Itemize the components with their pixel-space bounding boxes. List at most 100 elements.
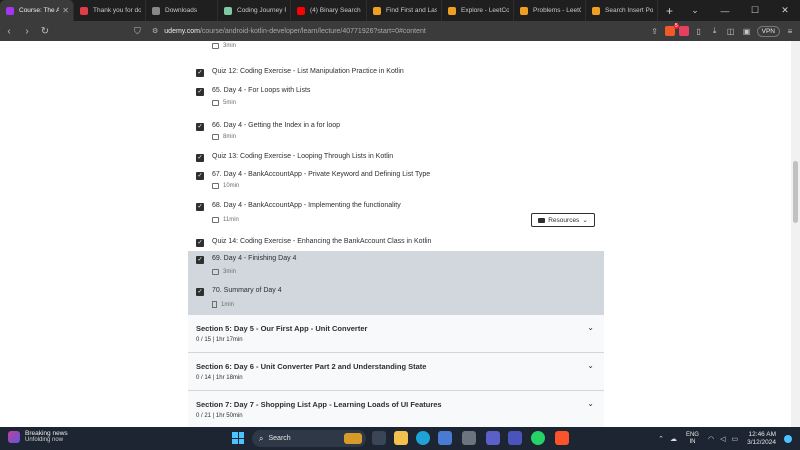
tab-label: Find First and Las — [386, 7, 437, 14]
screenshot-icon[interactable]: ◫ — [725, 27, 737, 36]
close-tab-icon[interactable]: ✕ — [62, 6, 69, 15]
browser-tab[interactable]: Explore - LeetCod — [442, 0, 514, 21]
lecture-title: Quiz 13: Coding Exercise - Looping Throu… — [212, 153, 394, 160]
browser-tab[interactable]: Course: The A ✕ — [0, 0, 74, 21]
taskbar-search[interactable]: ⌕ Search — [252, 430, 366, 447]
task-view-icon[interactable] — [372, 431, 386, 445]
chevron-down-icon[interactable]: ⌄ — [587, 399, 594, 408]
video-icon — [212, 269, 219, 275]
lecture-row[interactable]: ✓ 68. Day 4 - BankAccountApp - Implementi… — [188, 195, 604, 237]
back-icon[interactable]: ‹ — [0, 26, 18, 37]
sidebar-icon[interactable]: ▯ — [693, 27, 705, 36]
lecture-row[interactable]: ✓ 65. Day 4 - For Loops with Lists 5min — [188, 77, 604, 113]
minimize-icon[interactable]: — — [710, 6, 740, 16]
window-controls: ⌄ — ☐ ✕ — [680, 0, 800, 21]
lecture-row[interactable]: ✓ Quiz 12: Coding Exercise - List Manipul… — [188, 57, 604, 77]
completed-checkbox[interactable]: ✓ — [196, 203, 204, 211]
forward-icon[interactable]: › — [18, 26, 36, 37]
video-icon — [212, 100, 219, 106]
bookmark-icon[interactable]: ⛉ — [134, 26, 148, 37]
scrollbar-thumb[interactable] — [793, 161, 798, 223]
completed-checkbox[interactable]: ✓ — [196, 123, 204, 131]
close-window-icon[interactable]: ✕ — [770, 5, 800, 16]
lecture-duration: 5min — [212, 100, 236, 106]
dropdown-icon[interactable]: ⌄ — [680, 5, 710, 16]
file-explorer-icon[interactable] — [394, 431, 408, 445]
completed-checkbox[interactable]: ✓ — [196, 88, 204, 96]
browser-tab[interactable]: Thank you for dow — [74, 0, 146, 21]
lecture-title: Quiz 12: Coding Exercise - List Manipula… — [212, 68, 404, 75]
cloud-icon[interactable]: ☁ — [670, 435, 677, 443]
browser-toolbar: ‹ › ↻ ⛉ ⚙ udemy.com /course/android-kotl… — [0, 21, 800, 41]
lecture-duration: 3min — [212, 269, 236, 275]
lecture-title: 68. Day 4 - BankAccountApp - Implementin… — [212, 202, 401, 209]
lecture-row[interactable]: ✓ 70. Summary of Day 4 1min — [188, 283, 604, 314]
news-icon — [8, 430, 20, 443]
browser-tab[interactable]: Search Insert Posi — [586, 0, 658, 21]
notification-icon[interactable] — [784, 434, 792, 443]
section-title: Section 5: Day 5 - Our First App - Unit … — [196, 324, 368, 333]
reload-icon[interactable]: ↻ — [36, 26, 54, 37]
volume-icon[interactable]: ◁ — [720, 435, 725, 443]
url-host: udemy.com — [164, 27, 200, 35]
brave-shields-icon[interactable]: 5 — [664, 23, 679, 36]
settings-app-icon[interactable] — [462, 431, 476, 445]
shields-count-badge: 5 — [673, 23, 679, 29]
whatsapp-icon[interactable] — [531, 431, 545, 445]
udemy-icon — [6, 6, 14, 15]
tab-label: Thank you for dow — [93, 7, 141, 14]
site-settings-icon[interactable]: ⚙ — [152, 27, 158, 35]
vscode-icon[interactable] — [486, 431, 500, 445]
duration-text: 10min — [223, 183, 240, 189]
lecture-row[interactable]: ✓ 69. Day 4 - Finishing Day 4 3min — [188, 251, 604, 283]
share-icon[interactable]: ⇪ — [649, 27, 661, 36]
wifi-icon[interactable]: ◠ — [708, 435, 714, 443]
news-widget[interactable]: Breaking news Unfolding now — [8, 430, 68, 443]
completed-checkbox[interactable]: ✓ — [196, 154, 204, 162]
maximize-icon[interactable]: ☐ — [740, 5, 770, 16]
chevron-down-icon[interactable]: ⌄ — [587, 323, 594, 332]
page-scrollbar[interactable] — [791, 41, 800, 427]
downloads-icon[interactable]: ⤓ — [709, 26, 721, 36]
duration-text: 11min — [223, 217, 239, 223]
teams-icon[interactable] — [508, 431, 522, 445]
brave-taskbar-icon[interactable] — [555, 431, 569, 445]
vpn-button[interactable]: VPN — [756, 25, 780, 37]
lecture-row[interactable]: ✓ 67. Day 4 - BankAccountApp - Private Ke… — [188, 163, 604, 195]
chevron-down-icon[interactable]: ⌄ — [587, 361, 594, 370]
menu-icon[interactable]: ≡ — [784, 27, 796, 36]
new-tab-button[interactable]: + — [658, 4, 681, 18]
browser-tab[interactable]: Problems - LeetC — [514, 0, 586, 21]
brave-rewards-icon[interactable] — [678, 26, 689, 36]
clock[interactable]: 12:46 AM 3/12/2024 — [747, 431, 776, 447]
duration-text: 8min — [223, 134, 237, 140]
battery-icon[interactable]: ▭ — [731, 435, 738, 443]
store-icon[interactable] — [438, 431, 452, 445]
lecture-title: 66. Day 4 - Getting the Index in a for l… — [212, 122, 341, 129]
browser-tab[interactable]: Coding Journey F — [218, 0, 291, 21]
chevron-up-icon[interactable]: ⌃ — [658, 435, 664, 443]
edge-icon[interactable] — [416, 431, 430, 445]
lecture-row[interactable]: ✓ Quiz 13: Coding Exercise - Looping Thro… — [188, 145, 604, 163]
completed-checkbox[interactable]: ✓ — [196, 239, 204, 247]
wallet-icon[interactable]: ▣ — [741, 27, 753, 36]
completed-checkbox[interactable]: ✓ — [196, 288, 204, 296]
section-header[interactable]: Section 5: Day 5 - Our First App - Unit … — [188, 314, 604, 352]
lecture-row[interactable]: ✓ 66. Day 4 - Getting the Index in a for … — [188, 113, 604, 145]
resources-button[interactable]: Resources ⌄ — [531, 213, 595, 227]
start-button[interactable] — [232, 432, 244, 444]
completed-checkbox[interactable]: ✓ — [196, 172, 204, 180]
browser-tab[interactable]: Downloads — [146, 0, 218, 21]
lecture-row[interactable]: Day 4 - Nullable and Non-Null Types in K… — [188, 41, 604, 57]
section-header[interactable]: Section 7: Day 7 - Shopping List App - L… — [188, 390, 604, 427]
browser-tab[interactable]: Find First and Las — [367, 0, 442, 21]
completed-checkbox[interactable]: ✓ — [196, 69, 204, 77]
browser-tab[interactable]: (4) Binary Search — [291, 0, 367, 21]
url-path: /course/android-kotlin-developer/learn/l… — [199, 27, 426, 35]
completed-checkbox[interactable]: ✓ — [196, 256, 204, 264]
language-indicator[interactable]: ENG IN — [686, 432, 699, 446]
lecture-row[interactable]: ✓ Quiz 14: Coding Exercise - Enhancing th… — [188, 237, 604, 251]
lecture-title: 67. Day 4 - BankAccountApp - Private Key… — [212, 171, 431, 178]
address-bar[interactable]: ⚙ udemy.com /course/android-kotlin-devel… — [152, 24, 602, 39]
section-header[interactable]: Section 6: Day 6 - Unit Converter Part 2… — [188, 352, 604, 390]
